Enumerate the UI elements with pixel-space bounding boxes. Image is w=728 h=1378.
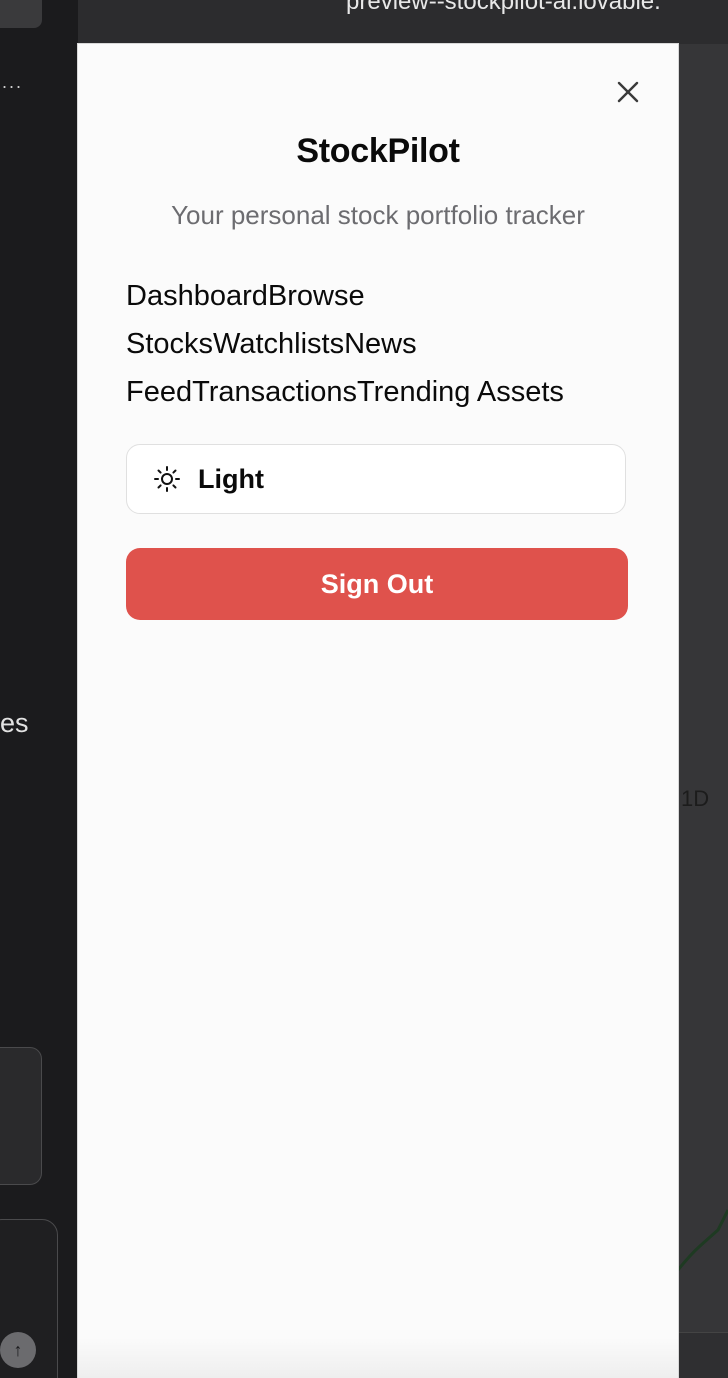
navigation-drawer: StockPilot Your personal stock portfolio… — [78, 44, 678, 1378]
theme-toggle-label: Light — [198, 463, 264, 494]
sun-icon — [152, 464, 182, 494]
underlying-bottom-bar — [678, 1332, 728, 1378]
browser-address-bar: preview--stockpilot-ai.lovable. — [78, 0, 728, 45]
nav-link-watchlists[interactable]: Watchlists — [213, 328, 344, 360]
editor-card[interactable] — [0, 1047, 42, 1185]
underlying-app — [678, 44, 728, 1378]
nav-links: DashboardBrowse StocksWatchlistsNews Fee… — [126, 272, 646, 416]
nav-link-transactions[interactable]: Transactions — [192, 376, 357, 408]
theme-toggle-button[interactable]: Light — [126, 444, 626, 514]
editor-top-button[interactable] — [0, 0, 42, 28]
drawer-bottom-edge — [78, 1338, 678, 1378]
app-subtitle: Your personal stock portfolio tracker — [171, 200, 585, 230]
arrow-up-icon[interactable]: ↑ — [0, 1332, 36, 1368]
underlying-chart-line — [678, 1209, 728, 1271]
close-icon[interactable] — [614, 78, 642, 106]
editor-sidebar: ... es ↑ — [0, 0, 78, 1378]
more-options-icon[interactable]: ... — [2, 72, 23, 93]
url-text[interactable]: preview--stockpilot-ai.lovable. — [346, 0, 661, 16]
timeframe-1d: 1D — [681, 786, 710, 811]
app-title: StockPilot — [296, 132, 460, 170]
nav-link-trending-assets[interactable]: Trending Assets — [357, 376, 564, 408]
editor-partial-text: es — [0, 708, 29, 738]
nav-link-dashboard[interactable]: Dashboard — [126, 280, 268, 312]
sign-out-button[interactable]: Sign Out — [126, 548, 628, 620]
